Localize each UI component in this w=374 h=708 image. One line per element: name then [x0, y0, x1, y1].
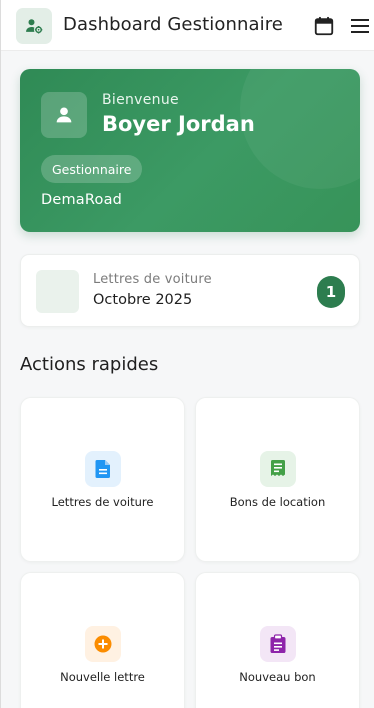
add-circle-icon	[85, 626, 121, 662]
company-name: DemaRoad	[41, 192, 123, 208]
app-screen: Dashboard Gestionnaire Bienvenue Boyer J…	[0, 0, 374, 708]
menu-button[interactable]	[349, 16, 371, 36]
calendar-icon	[314, 16, 334, 36]
action-tile-nouveau-bon[interactable]: Nouveau bon	[195, 572, 360, 708]
clipboard-icon	[260, 626, 296, 662]
calendar-button[interactable]	[312, 14, 336, 38]
action-tile-nouvelle-lettre[interactable]: Nouvelle lettre	[20, 572, 185, 708]
page-title: Dashboard Gestionnaire	[63, 14, 283, 35]
role-badge: Gestionnaire	[41, 155, 143, 183]
user-name: Boyer Jordan	[102, 112, 255, 136]
count-badge: 1	[317, 276, 345, 308]
hamburger-menu-icon	[351, 19, 369, 33]
tile-label: Nouveau bon	[239, 670, 316, 684]
action-tile-lettres-de-voiture[interactable]: Lettres de voiture	[20, 397, 185, 562]
document-icon	[85, 451, 121, 487]
action-tile-bons-de-location[interactable]: Bons de location	[195, 397, 360, 562]
tile-label: Lettres de voiture	[51, 495, 154, 509]
avatar	[41, 92, 87, 138]
summary-thumbnail	[36, 270, 79, 313]
greeting-label: Bienvenue	[102, 92, 179, 108]
app-header: Dashboard Gestionnaire	[1, 0, 374, 51]
section-title: Actions rapides	[20, 354, 159, 375]
summary-period: Octobre 2025	[93, 292, 193, 308]
summary-label: Lettres de voiture	[93, 272, 212, 287]
welcome-card: Bienvenue Boyer Jordan Gestionnaire Dema…	[20, 69, 360, 232]
waybill-summary-card[interactable]: Lettres de voiture Octobre 2025 1	[20, 254, 360, 327]
receipt-icon	[260, 451, 296, 487]
user-gear-icon	[16, 8, 52, 44]
tile-label: Bons de location	[229, 495, 326, 509]
person-icon	[56, 107, 72, 123]
tile-label: Nouvelle lettre	[60, 670, 145, 684]
